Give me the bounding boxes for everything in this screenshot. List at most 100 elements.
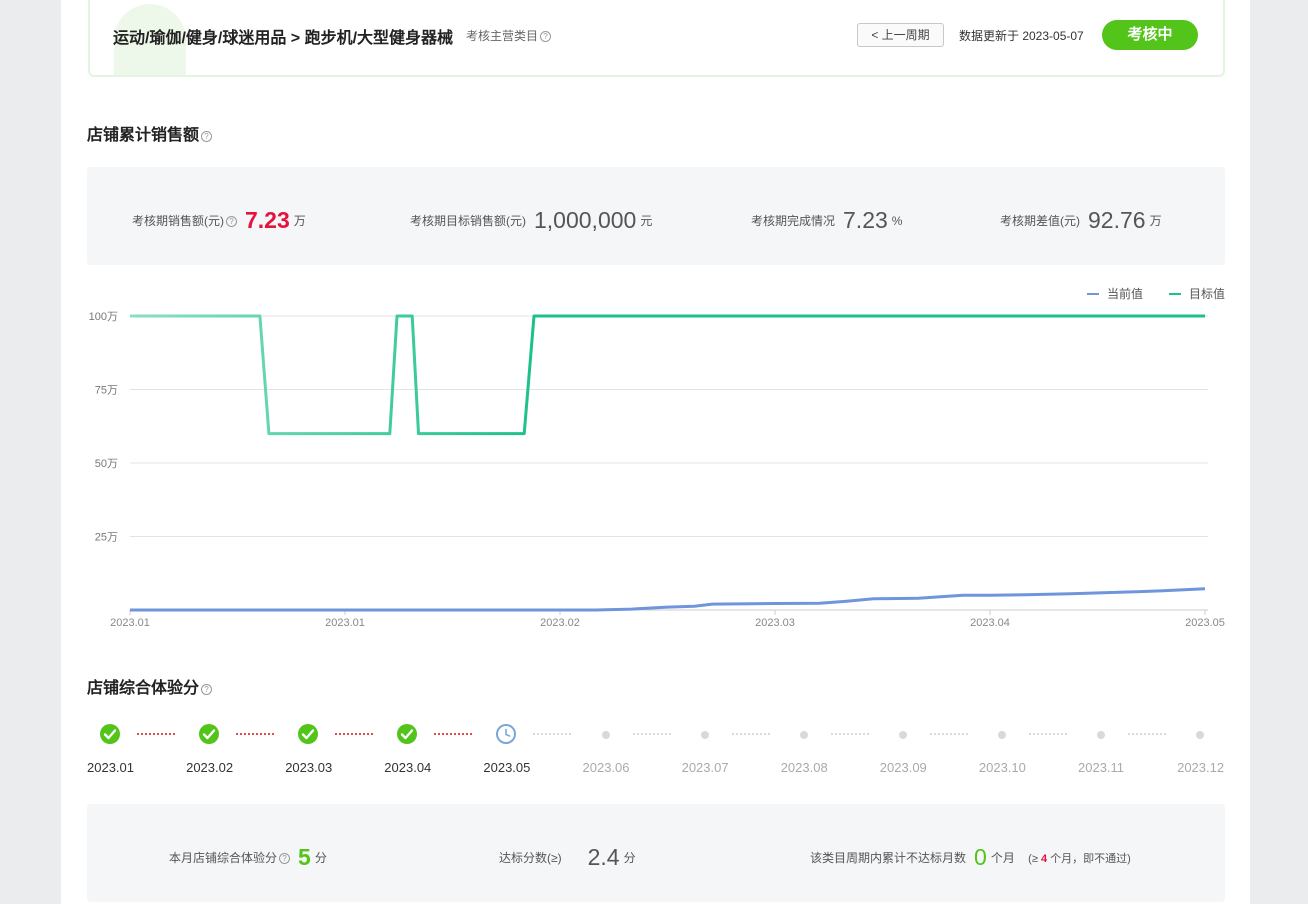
y-tick-label: 25万 [95,532,118,544]
legend-swatch-current [1087,293,1099,295]
y-tick-label: 100万 [89,311,118,323]
rule-suffix: 个月，即不通过) [1050,853,1131,865]
stat-label: 考核期目标销售额(元) [410,214,526,228]
month-label: 2023.08 [780,760,828,775]
check-icon [202,729,216,740]
stat-label: 考核期差值(元) [1000,214,1080,228]
stat-value: 7.23 [245,207,290,233]
main-category-tag: 考核主营类目? [466,27,552,44]
stat-failed-months: 该类目周期内累计不达标月数 0 个月 (≥ 4 个月，即不通过) [810,844,1131,871]
timeline-connector [632,733,671,735]
month-label: 2023.03 [285,760,333,775]
timeline-connector [137,733,175,735]
stat-unit: 分 [623,851,636,865]
stat-unit: 个月 [990,851,1015,865]
stat-label: 达标分数(≥) [499,851,562,865]
help-icon[interactable]: ? [540,31,552,42]
x-tick-label: 2023.03 [755,617,795,629]
month-label: 2023.07 [681,760,729,775]
previous-period-button[interactable]: < 上一周期 [857,23,944,47]
x-tick-label: 2023.05 [1185,617,1225,629]
y-tick-label: 50万 [95,458,118,470]
month-label: 2023.01 [87,760,134,775]
legend-swatch-target [1169,293,1181,295]
month-passed-node[interactable] [397,724,418,744]
stat-unit: % [891,214,903,228]
check-icon [103,729,117,740]
data-updated-text: 数据更新于 2023-05-07 [959,29,1084,43]
sales-section-title: 店铺累计销售额? [87,121,213,145]
month-label: 2023.12 [1177,760,1225,775]
rule-count: 4 [1040,853,1048,865]
x-tick-label: 2023.01 [325,617,365,629]
stat-unit: 分 [314,851,327,865]
target-value-line [130,314,1205,436]
stat-unit: 万 [1149,214,1162,228]
month-pending-node[interactable] [496,724,517,744]
help-icon[interactable]: ? [201,131,213,142]
x-tick-label: 2023.04 [970,617,1010,629]
legend-label: 目标值 [1189,287,1226,301]
stat-label: 该类目周期内累计不达标月数 [810,851,967,865]
month-future-node[interactable] [799,731,808,739]
timeline-connector [236,733,275,735]
month-label: 2023.11 [1078,760,1125,775]
month-future-node[interactable] [1097,731,1105,739]
experience-section-title: 店铺综合体验分? [87,674,213,698]
month-label: 2023.10 [978,760,1026,775]
rule-prefix: (≥ [1028,853,1038,865]
month-label: 2023.06 [582,760,630,775]
check-icon [301,729,315,740]
timeline-connector [335,733,374,735]
stat-label: 考核期完成情况 [751,214,836,228]
legend-label: 当前值 [1107,287,1144,301]
stat-period-sales: 考核期销售额(元)? 7.23 万 [132,207,306,234]
stat-difference: 考核期差值(元) 92.76 万 [1000,207,1162,234]
stat-threshold: 达标分数(≥) 2.4 分 [499,844,636,871]
timeline-connector [731,733,770,735]
experience-title-text: 店铺综合体验分 [87,680,200,697]
month-label: 2023.05 [483,760,531,775]
timeline-connector [1128,733,1166,735]
sales-line-chart: 25万 50万 75万 100万 2023.01 2023.01 2023.02 2023.0… [89,311,1225,629]
month-passed-node[interactable] [298,724,319,744]
stat-label: 考核期销售额(元) [132,214,224,228]
stat-unit: 万 [293,214,306,228]
month-future-node[interactable] [601,731,610,739]
timeline-connector [533,733,572,735]
assessment-status-badge[interactable]: 考核中 [1102,20,1198,50]
month-label: 2023.04 [384,760,432,775]
clock-icon [505,728,511,737]
month-passed-node[interactable] [199,724,220,744]
category-breadcrumb: 运动/瑜伽/健身/球迷用品 > 跑步机/大型健身器械 [113,30,454,47]
stat-value: 2.4 [587,844,620,870]
month-future-node[interactable] [997,731,1006,739]
stat-label: 本月店铺综合体验分 [169,851,278,865]
stat-experience-score: 本月店铺综合体验分? 5 分 [169,844,327,871]
timeline-connector [1028,733,1067,735]
month-future-node[interactable] [700,731,709,739]
stat-target-sales: 考核期目标销售额(元) 1,000,000 元 [410,207,652,234]
help-icon[interactable]: ? [226,216,237,227]
month-label: 2023.09 [879,760,927,775]
month-passed-node[interactable] [100,724,120,744]
x-tick-label: 2023.01 [110,617,150,629]
y-tick-label: 75万 [95,385,118,397]
stat-value: 5 [298,844,311,870]
stat-value: 7.23 [843,207,888,233]
check-icon [401,729,414,740]
help-icon[interactable]: ? [279,853,291,864]
month-label: 2023.02 [186,760,234,775]
timeline-connector [434,733,473,735]
timeline-connector [929,733,968,735]
stat-completion: 考核期完成情况 7.23% [751,207,902,234]
current-value-line [130,587,1206,612]
fail-rule-note: (≥ 4 个月，即不通过) [1028,853,1131,865]
month-future-node[interactable] [898,731,907,739]
timeline-connector [830,733,869,735]
stat-unit: 元 [640,214,653,228]
stat-value: 1,000,000 [534,207,637,233]
stat-value: 0 [974,844,987,870]
main-category-label: 考核主营类目 [466,29,539,43]
help-icon[interactable]: ? [201,684,213,695]
